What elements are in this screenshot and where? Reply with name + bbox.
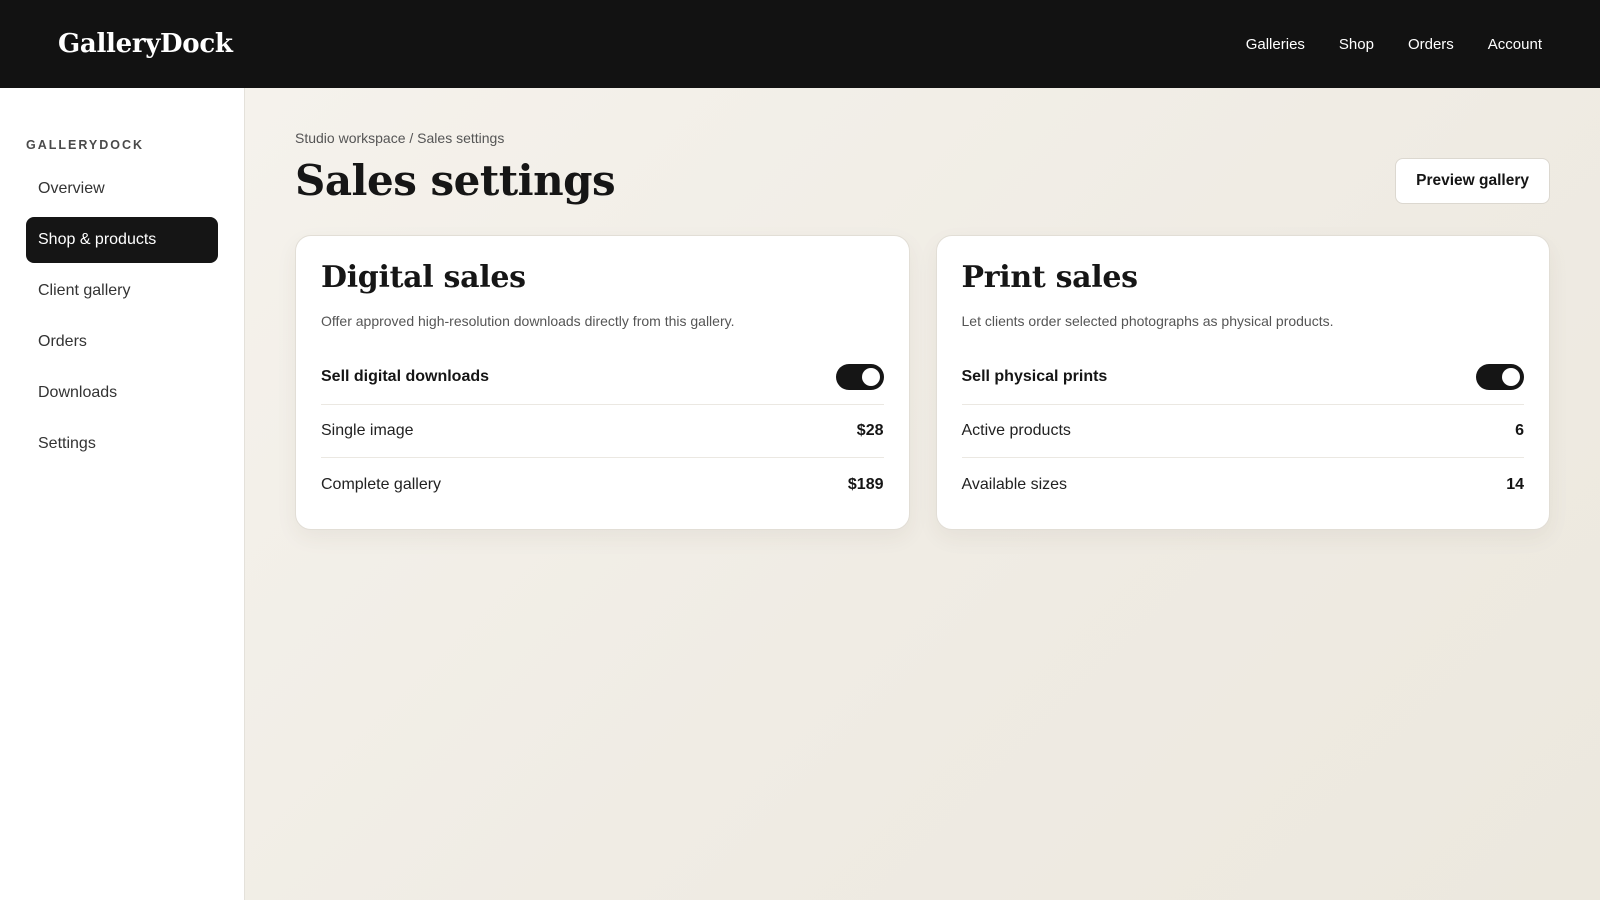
print-sales-card: Print sales Let clients order selected p…: [935, 235, 1550, 530]
stat-label: Available sizes: [961, 475, 1068, 493]
stat-row-available-sizes: Available sizes 14: [962, 458, 1525, 511]
price-row-complete-gallery: Complete gallery $189: [321, 458, 884, 511]
toggle-knob: [861, 367, 880, 386]
sidebar-item-client-gallery[interactable]: Client gallery: [26, 268, 218, 314]
brand-logo[interactable]: GalleryDock: [58, 29, 233, 59]
nav-link-galleries[interactable]: Galleries: [1246, 32, 1305, 57]
sidebar: GALLERYDOCK Overview Shop & products Cli…: [0, 88, 245, 900]
nav-link-shop[interactable]: Shop: [1339, 32, 1374, 57]
stat-label: Single image: [321, 422, 414, 439]
stat-value: 14: [1506, 475, 1524, 493]
sidebar-item-overview[interactable]: Overview: [26, 166, 218, 212]
toggle-row: Sell physical prints: [961, 349, 1524, 405]
sidebar-item-downloads[interactable]: Downloads: [26, 370, 218, 416]
stat-value: $189: [847, 475, 884, 493]
main-content: Studio workspace / Sales settings Sales …: [245, 88, 1600, 900]
breadcrumb: Studio workspace / Sales settings: [295, 130, 505, 146]
card-description: Offer approved high-resolution downloads…: [321, 313, 735, 329]
digital-sales-card: Digital sales Offer approved high-resolu…: [295, 235, 910, 530]
stat-label: Complete gallery: [321, 475, 442, 493]
stat-row-active-products: Active products 6: [961, 405, 1524, 458]
toggle-row: Sell digital downloads: [321, 349, 884, 405]
page-title: Sales settings: [295, 156, 616, 205]
stat-value: $28: [856, 422, 884, 439]
stat-label: Active products: [961, 422, 1071, 439]
toggle-label: Sell digital downloads: [321, 367, 490, 385]
top-navigation-bar: GalleryDock Galleries Shop Orders Accoun…: [0, 0, 1600, 88]
card-description: Let clients order selected photographs a…: [961, 313, 1334, 329]
card-title: Print sales: [961, 260, 1139, 295]
primary-nav: Galleries Shop Orders Account: [1246, 32, 1542, 57]
sell-physical-prints-toggle[interactable]: [1476, 363, 1524, 390]
sidebar-item-settings[interactable]: Settings: [26, 421, 218, 467]
stat-value: 6: [1515, 422, 1524, 439]
sidebar-item-orders[interactable]: Orders: [26, 319, 218, 365]
price-row-single-image: Single image $28: [321, 405, 884, 458]
nav-link-orders[interactable]: Orders: [1408, 32, 1454, 57]
sidebar-heading: GALLERYDOCK: [26, 138, 145, 152]
sales-cards: Digital sales Offer approved high-resolu…: [295, 235, 1550, 530]
toggle-knob: [1502, 367, 1520, 386]
toggle-label: Sell physical prints: [961, 367, 1108, 385]
nav-link-account[interactable]: Account: [1488, 32, 1542, 57]
title-row: Sales settings Preview gallery: [295, 156, 1550, 205]
preview-gallery-button[interactable]: Preview gallery: [1395, 157, 1550, 204]
card-title: Digital sales: [321, 260, 526, 295]
sell-digital-downloads-toggle[interactable]: [835, 363, 884, 390]
sidebar-item-shop-products[interactable]: Shop & products: [26, 217, 218, 263]
